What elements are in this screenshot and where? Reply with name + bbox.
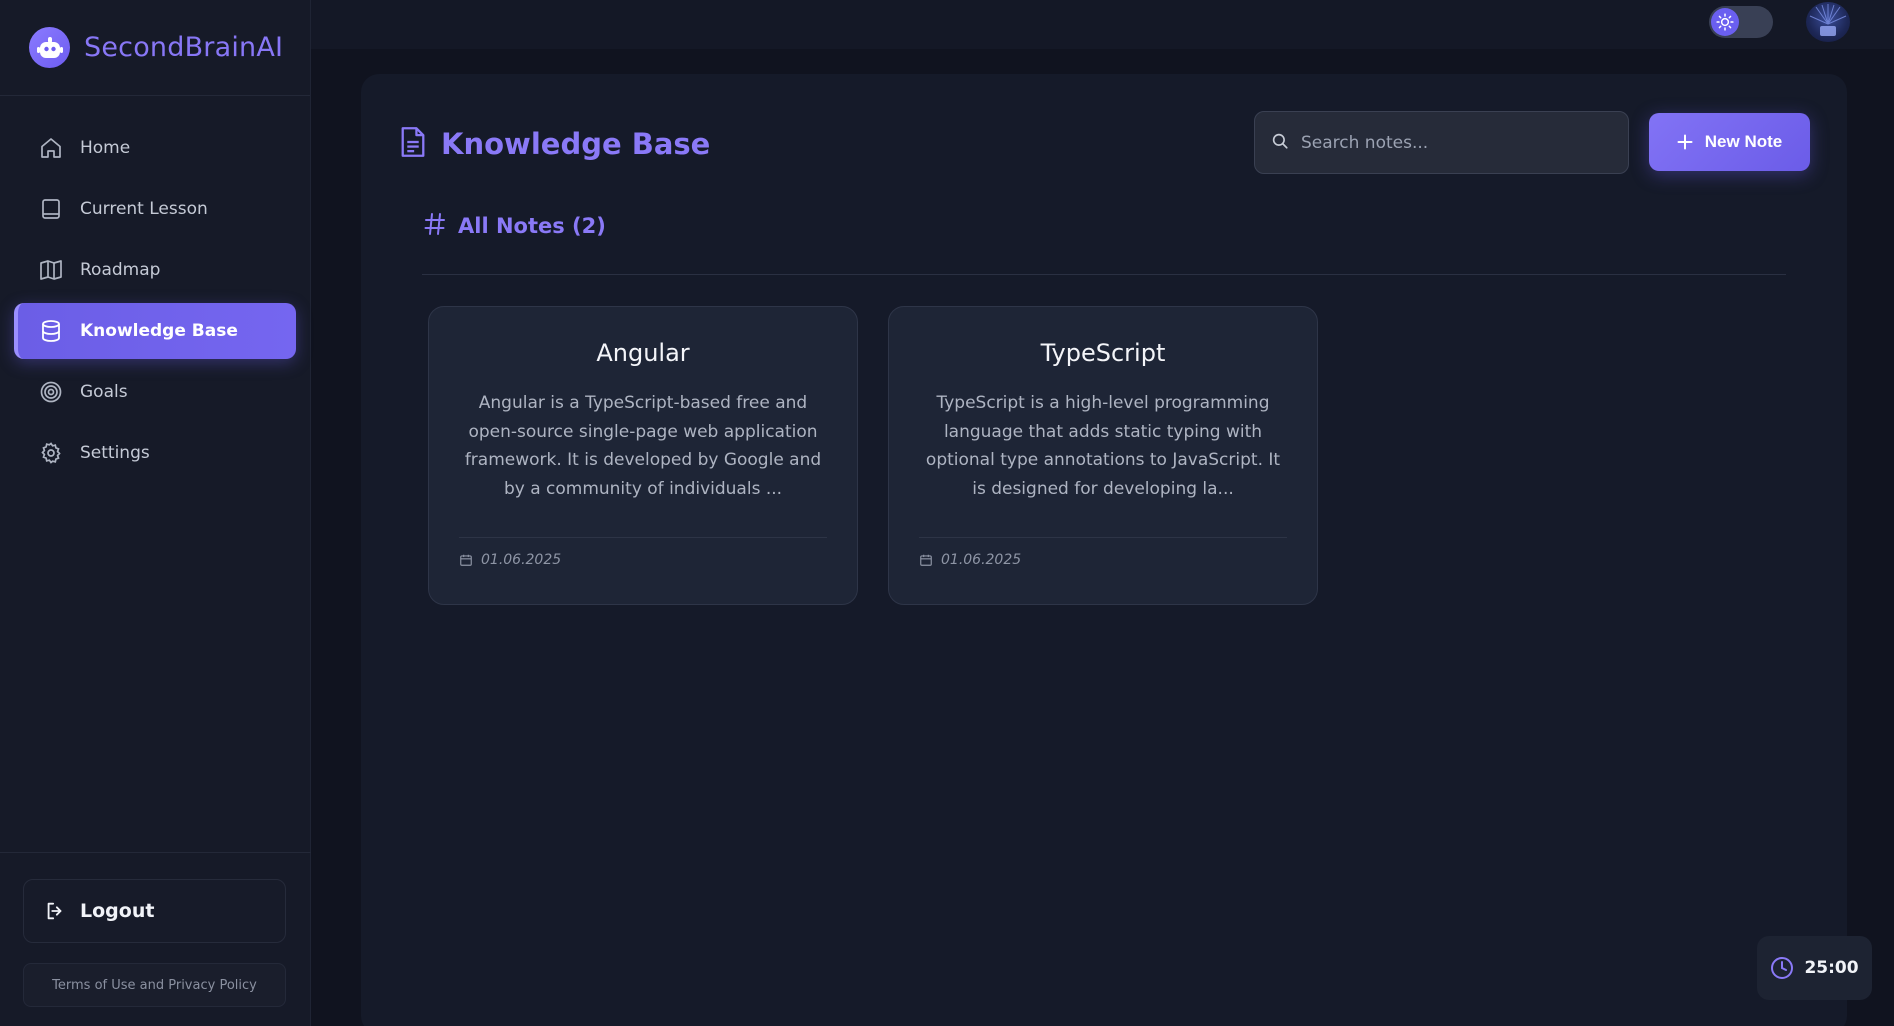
logout-button[interactable]: Logout: [23, 879, 286, 943]
search-input[interactable]: [1301, 132, 1601, 153]
main-panel: Knowledge Base New Note All Notes (2) An…: [361, 74, 1847, 1026]
sidebar-item-roadmap[interactable]: Roadmap: [14, 242, 296, 298]
page-header: Knowledge Base: [399, 126, 710, 162]
calendar-icon: [459, 553, 473, 567]
sidebar-item-home[interactable]: Home: [14, 120, 296, 176]
sidebar-item-label: Roadmap: [80, 260, 161, 280]
theme-toggle[interactable]: [1709, 6, 1773, 38]
timer-value: 25:00: [1804, 958, 1859, 978]
timer-widget[interactable]: 25:00: [1757, 936, 1872, 1000]
clock-icon: [1770, 956, 1794, 980]
new-note-label: New Note: [1704, 132, 1783, 151]
note-card[interactable]: TypeScript TypeScript is a high-level pr…: [888, 306, 1318, 605]
section-header: All Notes (2): [424, 212, 606, 240]
sidebar-footer: Logout Terms of Use and Privacy Policy: [0, 852, 311, 1026]
note-card[interactable]: Angular Angular is a TypeScript-based fr…: [428, 306, 858, 605]
home-icon: [38, 135, 64, 161]
notes-grid: Angular Angular is a TypeScript-based fr…: [428, 306, 1318, 605]
hash-icon: [424, 212, 446, 240]
target-icon: [38, 379, 64, 405]
avatar[interactable]: [1806, 2, 1850, 42]
search-icon: [1271, 132, 1289, 154]
calendar-icon: [919, 553, 933, 567]
sidebar-item-label: Goals: [80, 382, 128, 402]
divider: [422, 274, 1786, 275]
sidebar-item-goals[interactable]: Goals: [14, 364, 296, 420]
note-title: TypeScript: [1040, 339, 1166, 367]
sidebar-item-current-lesson[interactable]: Current Lesson: [14, 181, 296, 237]
app: SecondBrainAI Home Current Lesson Roadma…: [0, 0, 1894, 1026]
sidebar-item-knowledge-base[interactable]: Knowledge Base: [14, 303, 296, 359]
note-date: 01.06.2025: [941, 552, 1022, 568]
sidebar-item-label: Settings: [80, 443, 150, 463]
terms-link[interactable]: Terms of Use and Privacy Policy: [23, 963, 286, 1007]
map-icon: [38, 257, 64, 283]
sidebar-item-label: Current Lesson: [80, 199, 208, 219]
robot-icon: [29, 27, 70, 68]
sidebar-item-label: Knowledge Base: [80, 321, 238, 341]
section-title: All Notes (2): [458, 214, 606, 238]
sidebar-item-settings[interactable]: Settings: [14, 425, 296, 481]
note-date: 01.06.2025: [481, 552, 562, 568]
note-excerpt: TypeScript is a high-level programming l…: [925, 393, 1281, 499]
logout-icon: [44, 900, 66, 922]
sidebar-item-label: Home: [80, 138, 131, 158]
logout-label: Logout: [80, 900, 155, 922]
note-excerpt: Angular is a TypeScript-based free and o…: [464, 393, 822, 499]
database-icon: [38, 318, 64, 344]
note-footer: 01.06.2025: [919, 537, 1287, 568]
sidebar: SecondBrainAI Home Current Lesson Roadma…: [0, 0, 311, 1026]
brand[interactable]: SecondBrainAI: [0, 0, 310, 96]
search-box[interactable]: [1254, 111, 1629, 174]
new-note-button[interactable]: New Note: [1649, 113, 1810, 171]
book-icon: [38, 196, 64, 222]
note-footer: 01.06.2025: [459, 537, 827, 568]
sidebar-nav: Home Current Lesson Roadmap Knowledge Ba…: [0, 96, 310, 481]
plus-icon: [1677, 134, 1693, 150]
sun-icon: [1711, 8, 1739, 36]
gear-icon: [38, 440, 64, 466]
document-icon: [399, 126, 427, 162]
brand-name: SecondBrainAI: [84, 32, 284, 63]
note-title: Angular: [596, 339, 690, 367]
topbar: [311, 0, 1894, 49]
page-title: Knowledge Base: [441, 127, 711, 161]
